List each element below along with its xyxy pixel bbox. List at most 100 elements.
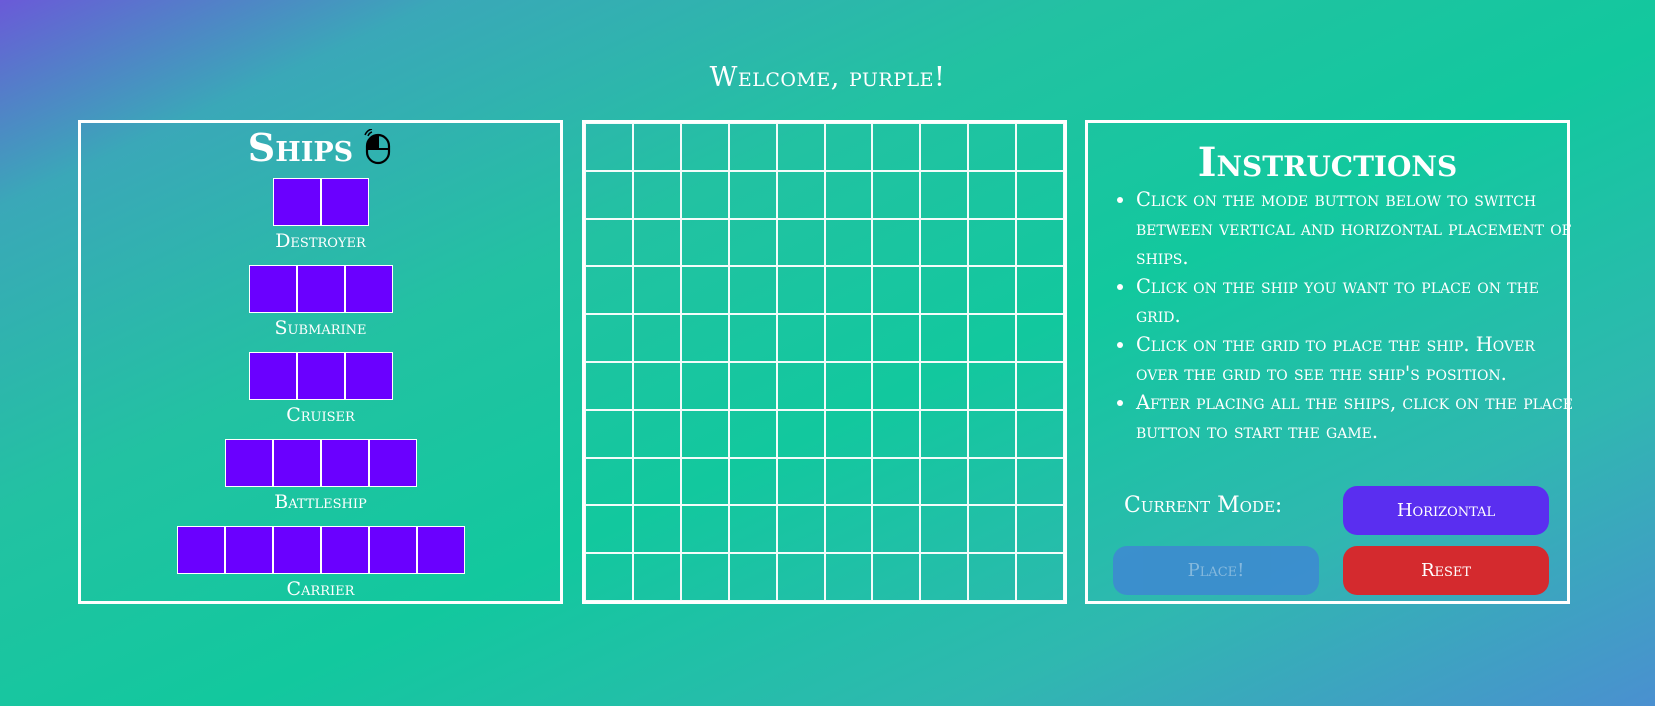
board-cell[interactable] [872, 409, 921, 458]
board-cell[interactable] [872, 457, 921, 506]
board-cell[interactable] [1016, 123, 1064, 171]
ship-cell[interactable] [320, 439, 369, 487]
board-cell[interactable] [824, 505, 873, 554]
board-cell[interactable] [728, 457, 777, 506]
place-button[interactable]: Place! [1113, 546, 1319, 595]
board-cell[interactable] [776, 266, 825, 315]
ship-submarine[interactable]: Submarine [81, 265, 560, 339]
ship-cells[interactable] [176, 526, 465, 574]
ship-cell[interactable] [248, 352, 297, 400]
ship-cell[interactable] [272, 526, 321, 574]
board-cell[interactable] [1016, 314, 1064, 362]
board-cell[interactable] [728, 314, 777, 362]
board-cell[interactable] [1016, 505, 1064, 554]
board-cell[interactable] [968, 505, 1017, 554]
board-cell[interactable] [1016, 170, 1064, 219]
board-cell[interactable] [585, 409, 633, 458]
board-cell[interactable] [585, 314, 633, 362]
board-cell[interactable] [728, 123, 777, 171]
board-cell[interactable] [824, 123, 873, 171]
board-cell[interactable] [680, 314, 729, 362]
board-cell[interactable] [680, 361, 729, 410]
ship-carrier[interactable]: Carrier [81, 526, 560, 600]
board-cell[interactable] [872, 123, 921, 171]
board-cell[interactable] [1016, 553, 1064, 601]
ship-cell[interactable] [320, 178, 369, 226]
board-cell[interactable] [968, 553, 1017, 601]
board-cell[interactable] [920, 409, 969, 458]
board-cell[interactable] [776, 170, 825, 219]
board-cell[interactable] [968, 457, 1017, 506]
ship-cells[interactable] [224, 439, 417, 487]
board-cell[interactable] [824, 409, 873, 458]
board-cell[interactable] [632, 361, 681, 410]
board-cell[interactable] [1016, 266, 1064, 315]
board-cell[interactable] [776, 218, 825, 267]
ship-cell[interactable] [344, 265, 393, 313]
board-cell[interactable] [968, 123, 1017, 171]
board-cell[interactable] [728, 361, 777, 410]
board-cell[interactable] [585, 266, 633, 315]
ship-cell[interactable] [320, 526, 369, 574]
board-cell[interactable] [1016, 409, 1064, 458]
board-cell[interactable] [585, 505, 633, 554]
board-cell[interactable] [824, 266, 873, 315]
board-cell[interactable] [632, 218, 681, 267]
reset-button[interactable]: Reset [1343, 546, 1549, 595]
board-cell[interactable] [680, 123, 729, 171]
ship-cell[interactable] [272, 439, 321, 487]
board-cell[interactable] [872, 170, 921, 219]
board-cell[interactable] [728, 218, 777, 267]
ship-cell[interactable] [416, 526, 465, 574]
board-cell[interactable] [968, 361, 1017, 410]
board-cell[interactable] [872, 361, 921, 410]
board-cell[interactable] [920, 553, 969, 601]
board-cell[interactable] [632, 314, 681, 362]
board-cell[interactable] [632, 553, 681, 601]
board-cell[interactable] [968, 266, 1017, 315]
board-cell[interactable] [824, 553, 873, 601]
board-cell[interactable] [632, 266, 681, 315]
board-cell[interactable] [728, 409, 777, 458]
board-cell[interactable] [680, 170, 729, 219]
board-cell[interactable] [585, 170, 633, 219]
board-cell[interactable] [728, 553, 777, 601]
board-cell[interactable] [680, 457, 729, 506]
board-cell[interactable] [920, 314, 969, 362]
board-cell[interactable] [1016, 361, 1064, 410]
board-cell[interactable] [776, 409, 825, 458]
ship-cell[interactable] [344, 352, 393, 400]
board-cell[interactable] [680, 266, 729, 315]
board-cell[interactable] [632, 170, 681, 219]
board-cell[interactable] [776, 505, 825, 554]
ship-cells[interactable] [272, 178, 369, 226]
board-cell[interactable] [824, 170, 873, 219]
board-cell[interactable] [968, 218, 1017, 267]
ship-destroyer[interactable]: Destroyer [81, 178, 560, 252]
board-cell[interactable] [776, 553, 825, 601]
board-cell[interactable] [632, 123, 681, 171]
board-cell[interactable] [1016, 457, 1064, 506]
board-cell[interactable] [920, 457, 969, 506]
board-cell[interactable] [776, 361, 825, 410]
board-cell[interactable] [585, 361, 633, 410]
board-cell[interactable] [872, 314, 921, 362]
board-cell[interactable] [920, 170, 969, 219]
ship-cell[interactable] [368, 439, 417, 487]
board-cell[interactable] [680, 218, 729, 267]
board-cell[interactable] [776, 314, 825, 362]
board-cell[interactable] [872, 505, 921, 554]
board-cell[interactable] [968, 314, 1017, 362]
ship-cell[interactable] [176, 526, 225, 574]
ship-cell[interactable] [248, 265, 297, 313]
board-cell[interactable] [728, 505, 777, 554]
board-cell[interactable] [824, 314, 873, 362]
board-cell[interactable] [776, 457, 825, 506]
board-cell[interactable] [920, 123, 969, 171]
board-cell[interactable] [920, 361, 969, 410]
ship-battleship[interactable]: Battleship [81, 439, 560, 513]
board-cell[interactable] [680, 553, 729, 601]
board-cell[interactable] [872, 266, 921, 315]
board-cell[interactable] [1016, 218, 1064, 267]
board-cell[interactable] [632, 457, 681, 506]
